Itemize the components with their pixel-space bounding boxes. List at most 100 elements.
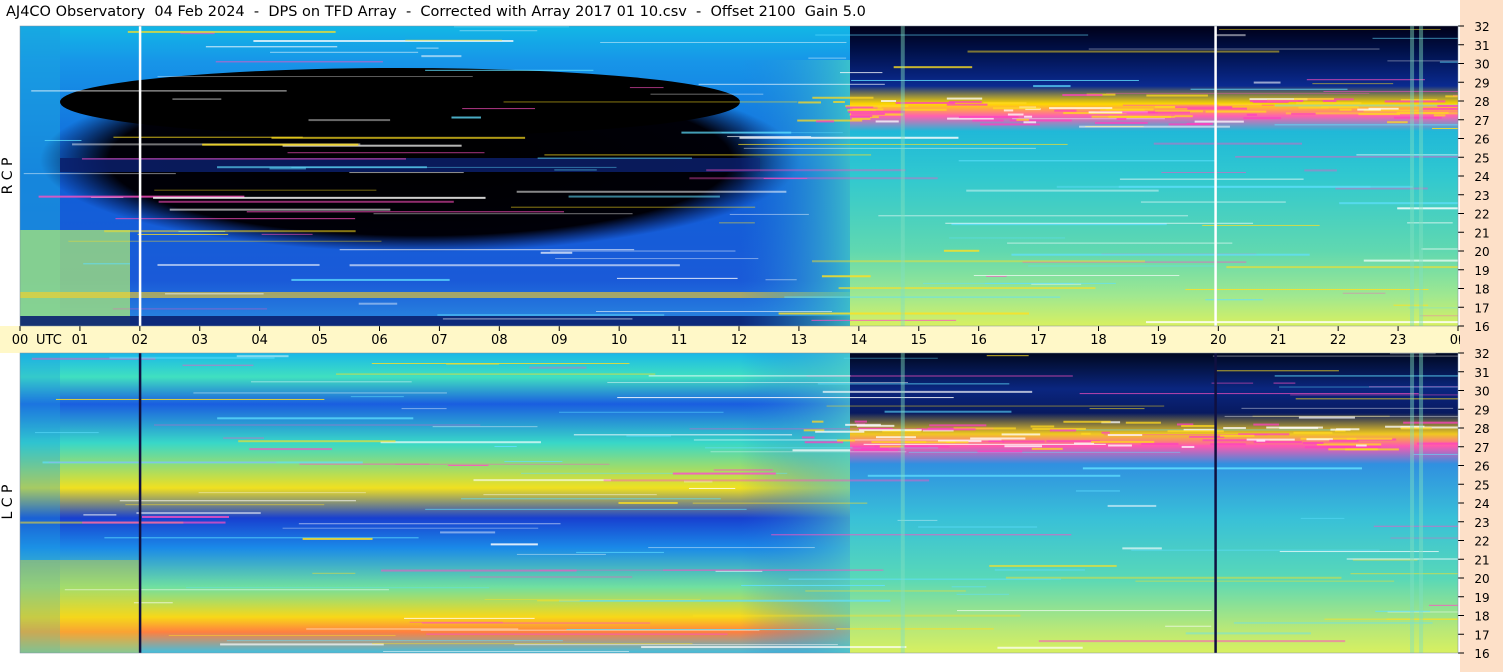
lcp-interference-mark: [1030, 425, 1055, 428]
time-tick-label: 08: [491, 333, 508, 348]
rcp-label: R C P: [0, 158, 16, 195]
lcp-rfi-streak: [306, 628, 519, 630]
lcp-rfi-streak: [350, 396, 404, 398]
rcp-rfi-streak: [1342, 292, 1386, 294]
lcp-marker-line: [1214, 353, 1217, 653]
lcp-rfi-streak: [432, 426, 538, 428]
lcp-interference-mark: [856, 424, 895, 427]
rcp-interference-mark: [1003, 109, 1014, 112]
lcp-interference-mark: [1091, 440, 1155, 443]
freq-tick-label: 22: [1474, 208, 1489, 222]
lcp-rfi-streak: [989, 564, 1117, 567]
time-tick-label: 18: [1090, 333, 1107, 348]
rcp-interference-mark: [1016, 118, 1029, 121]
freq-tick-label: 29: [1474, 76, 1489, 90]
rcp-rfi-streak: [784, 296, 1061, 298]
rcp-rfi-streak: [23, 173, 176, 175]
lcp-interference-mark: [1256, 439, 1266, 442]
lcp-rfi-streak: [997, 646, 1083, 649]
rcp-rfi-streak: [339, 249, 635, 251]
lcp-rfi-streak: [710, 451, 907, 453]
lcp-interference-mark: [1189, 435, 1225, 438]
lcp-interference-mark: [1400, 427, 1432, 430]
rcp-rfi-streak: [1119, 178, 1304, 180]
rcp-rfi-streak: [205, 46, 338, 48]
lcp-interference-mark: [804, 441, 844, 444]
time-tick-label: 02: [132, 333, 149, 348]
lcp-label: L C P: [0, 485, 16, 520]
rcp-rfi-streak: [719, 222, 755, 224]
lcp-rfi-streak: [82, 521, 226, 524]
lcp-interference-mark: [1081, 432, 1091, 435]
time-tick-label: 16: [970, 333, 987, 348]
rcp-rfi-streak: [172, 98, 222, 100]
time-tick-label: 04: [251, 333, 268, 348]
rcp-rfi-streak: [727, 136, 812, 138]
freq-tick-label: 30: [1474, 58, 1489, 72]
rcp-rfi-streak: [459, 30, 538, 32]
lcp-rfi-streak: [1212, 355, 1458, 357]
rcp-interference-mark: [958, 116, 1019, 119]
lcp-rfi-streak: [826, 405, 1165, 407]
freq-tick-label: 31: [1474, 366, 1489, 380]
rcp-interference-mark: [1094, 121, 1148, 124]
rcp-rfi-streak: [600, 41, 847, 43]
lcp-interference-mark: [977, 450, 1023, 453]
lcp-interference-mark: [875, 436, 916, 439]
rcp-interference-mark: [993, 107, 1041, 110]
lcp-rfi-streak: [185, 587, 490, 589]
lcp-rfi-streak: [223, 437, 265, 439]
rcp-rfi-streak: [115, 218, 356, 220]
lcp-rfi-streak: [154, 424, 481, 426]
rcp-interference-mark: [980, 123, 1040, 126]
freq-tick-label: 20: [1474, 572, 1489, 586]
lcp-rfi-streak: [83, 514, 117, 516]
lcp-rfi-streak: [447, 464, 489, 466]
lcp-interference-mark: [1345, 448, 1399, 451]
rcp-rfi-streak: [510, 206, 756, 208]
rcp-rfi-streak: [851, 79, 1139, 81]
rcp-interference-mark: [946, 103, 988, 106]
lcp-rfi-streak: [1279, 551, 1439, 553]
rcp-rfi-streak: [154, 189, 377, 191]
rcp-interference-mark: [1384, 100, 1446, 103]
rcp-rfi-streak: [1031, 283, 1082, 285]
lcp-rfi-streak: [607, 382, 909, 384]
rcp-ylabel: R C P: [0, 158, 16, 195]
freq-tick-label: 30: [1474, 385, 1489, 399]
lcp-rfi-streak: [1079, 393, 1419, 395]
lcp-rfi-streak: [1075, 490, 1120, 492]
lcp-interference-mark: [1330, 428, 1351, 431]
rcp-interference-mark: [1433, 114, 1446, 117]
freq-tick-label: 32: [1474, 347, 1489, 361]
rcp-interference-mark: [812, 96, 874, 99]
lcp-rfi-streak: [298, 523, 561, 525]
rcp-interference-mark: [875, 120, 899, 123]
lcp-rfi-streak: [401, 408, 447, 410]
rcp-interference-mark: [1393, 116, 1442, 119]
time-tick-label: 09: [551, 333, 568, 348]
lcp-vertical-column: [1419, 353, 1424, 653]
time-tick-label: 23: [1390, 333, 1407, 348]
lcp-rfi-streak: [404, 617, 535, 619]
lcp-rfi-streak: [1216, 370, 1339, 372]
lcp-rfi-streak: [238, 440, 396, 443]
rcp-rfi-streak: [689, 177, 938, 180]
time-tick-label: 20: [1210, 333, 1227, 348]
rcp-rfi-streak: [112, 308, 268, 310]
lcp-rfi-streak: [34, 432, 99, 434]
rcp-interference-mark: [1296, 102, 1362, 105]
rcp-rfi-streak: [544, 154, 872, 156]
lcp-rfi-streak: [641, 646, 907, 649]
lcp-interference-mark: [854, 420, 867, 423]
lcp-rfi-streak: [1046, 445, 1303, 447]
rcp-interference-mark: [1249, 99, 1304, 102]
time-tick-label: 05: [311, 333, 328, 348]
spectrogram-figure: 00 01 02 03 04 05 06 07 08 09 10 11 12 13 14 15 16 17 18 19…: [0, 0, 1503, 672]
lcp-interference-mark: [1220, 434, 1255, 437]
rcp-interference-mark: [1174, 115, 1193, 118]
freq-tick-label: 31: [1474, 39, 1489, 53]
lcp-interference-mark: [929, 424, 987, 427]
freq-tick-label: 27: [1474, 441, 1489, 455]
time-unit-label: UTC: [36, 333, 62, 348]
